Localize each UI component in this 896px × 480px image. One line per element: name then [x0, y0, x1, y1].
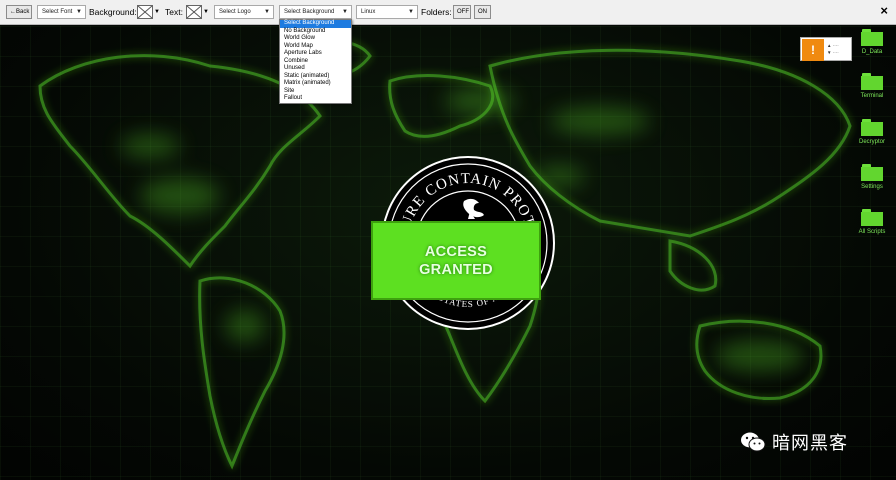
- dropdown-option[interactable]: Select Background: [280, 20, 351, 28]
- watermark: 暗网黑客: [740, 428, 880, 456]
- notification-widget[interactable]: ! ▲ ···· ▼ ····: [800, 37, 852, 61]
- dropdown-option[interactable]: No Background: [280, 28, 351, 36]
- chevron-down-icon: ▼: [76, 9, 82, 15]
- background-color-swatch[interactable]: [137, 5, 153, 19]
- dropdown-option[interactable]: Matrix (animated): [280, 80, 351, 88]
- desktop-icon[interactable]: D_Data: [850, 29, 894, 56]
- desktop-icon[interactable]: Decryptor: [850, 119, 894, 146]
- background-select-value: Select Background: [284, 9, 335, 15]
- wechat-icon: [741, 432, 766, 452]
- background-label: Background:: [89, 7, 137, 17]
- access-line-2: GRANTED: [419, 261, 493, 278]
- access-granted-text: ACCESS GRANTED: [419, 243, 493, 279]
- notification-rows: ▲ ···· ▼ ····: [827, 42, 839, 56]
- os-select-value: Linux: [361, 9, 376, 15]
- folder-icon: [861, 119, 883, 136]
- folders-on-button[interactable]: ON: [474, 5, 491, 19]
- dropdown-option[interactable]: Aperture Labs: [280, 50, 351, 58]
- folder-icon: [861, 73, 883, 90]
- logo-select[interactable]: Select Logo ▼: [214, 5, 274, 19]
- back-button[interactable]: ←Back: [6, 5, 32, 19]
- access-line-1: ACCESS: [424, 243, 488, 260]
- desktop-icon-label: Settings: [861, 184, 883, 190]
- desktop-icon-label: D_Data: [861, 49, 883, 55]
- desktop-icon-label: Terminal: [860, 93, 884, 99]
- dropdown-option[interactable]: Site: [280, 88, 351, 96]
- dropdown-option[interactable]: World Glow: [280, 35, 351, 43]
- close-icon[interactable]: ×: [880, 3, 888, 18]
- folder-icon: [861, 209, 883, 226]
- chevron-down-icon[interactable]: ▼: [154, 5, 160, 19]
- folder-icon: [861, 164, 883, 181]
- notification-row: ▼ ····: [827, 50, 839, 55]
- dropdown-option[interactable]: Combine: [280, 58, 351, 66]
- folders-label: Folders:: [421, 7, 452, 17]
- empty-swatch-icon: [138, 6, 152, 18]
- text-label: Text:: [165, 7, 183, 17]
- notification-row: ▲ ····: [827, 43, 839, 48]
- dropdown-option[interactable]: World Map: [280, 43, 351, 51]
- font-select[interactable]: Select Font ▼: [37, 5, 86, 19]
- folders-off-button[interactable]: OFF: [453, 5, 471, 19]
- access-granted-banner: ACCESS GRANTED: [371, 221, 541, 300]
- desktop-icon-label: Decryptor: [858, 139, 885, 145]
- chevron-down-icon[interactable]: ▼: [203, 5, 209, 19]
- alert-icon: !: [802, 39, 824, 61]
- desktop-icon[interactable]: Terminal: [850, 73, 894, 100]
- logo-select-value: Select Logo: [219, 9, 251, 15]
- dropdown-option[interactable]: Unused: [280, 65, 351, 73]
- background-select[interactable]: Select Background ▼: [279, 5, 352, 19]
- desktop-icon[interactable]: All Scripts: [850, 209, 894, 236]
- desktop-icon-label: All Scripts: [858, 229, 886, 235]
- chevron-down-icon: ▼: [264, 9, 270, 15]
- background-dropdown-list[interactable]: Select Background No Background World Gl…: [279, 19, 352, 104]
- empty-swatch-icon: [187, 6, 201, 18]
- watermark-text: 暗网黑客: [772, 433, 848, 454]
- folder-icon: [861, 29, 883, 46]
- chevron-down-icon: ▼: [342, 9, 348, 15]
- os-select[interactable]: Linux ▼: [356, 5, 418, 19]
- font-select-value: Select Font: [42, 9, 73, 15]
- dropdown-option[interactable]: Fallout: [280, 95, 351, 103]
- text-color-swatch[interactable]: [186, 5, 202, 19]
- chevron-down-icon: ▼: [408, 9, 414, 15]
- dropdown-option[interactable]: Static (animated): [280, 73, 351, 81]
- toolbar: ←Back Select Font ▼ Background: ▼ Text: …: [0, 0, 896, 25]
- desktop-icon[interactable]: Settings: [850, 164, 894, 191]
